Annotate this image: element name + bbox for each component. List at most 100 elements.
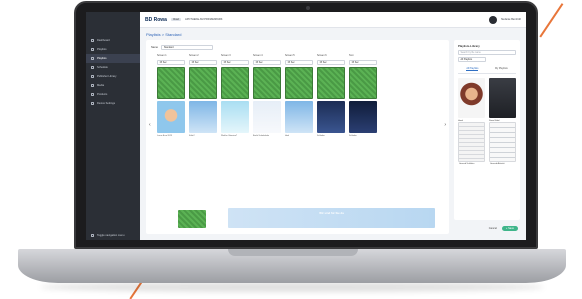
camera-icon (306, 6, 310, 10)
tab-all-playlists[interactable]: All Playlists (466, 67, 479, 71)
column-header: Text (349, 54, 354, 57)
library-grid: Hawk Rowa Mobil Gesund Schlafen Gesund A… (458, 77, 516, 165)
sidebar-item-playlists-active[interactable]: Playlists (86, 54, 140, 63)
slide-thumbnail[interactable] (285, 67, 313, 99)
sidebar-item-products[interactable]: Products (86, 90, 140, 99)
sidebar-item-playlists[interactable]: Playlists (86, 45, 140, 54)
library-search-input[interactable]: Search by file name (458, 50, 516, 55)
laptop-shadow (40, 282, 544, 292)
sidebar-item-device-settings[interactable]: Device Settings (86, 99, 140, 108)
duration-select[interactable]: 15 Sec (317, 60, 345, 65)
chevron-left-icon[interactable]: ‹ (149, 122, 151, 128)
name-label: Name (151, 45, 158, 49)
screen-column: Text 15 Sec Schlafen (349, 54, 377, 138)
library-card[interactable]: Gesund Schlafen (458, 121, 485, 165)
toggle-navigation-button[interactable]: Toggle navigation menu (86, 230, 140, 240)
duration-select[interactable]: 15 Sec (285, 60, 313, 65)
sidebar-item-publisher-library[interactable]: Publisher Library (86, 72, 140, 81)
sidebar-item-label: Playlists (97, 48, 107, 51)
cancel-button[interactable]: Cancel (489, 227, 497, 230)
screen-icon (91, 57, 94, 60)
laptop-lid: Dashboard Playlists Playlists Schedule P… (74, 1, 538, 249)
sidebar-item-schedule[interactable]: Schedule (86, 63, 140, 72)
playlist-name-input[interactable]: Standard (160, 44, 213, 50)
save-button[interactable]: + Save (501, 225, 518, 231)
laptop-base-notch (228, 249, 358, 256)
slide-caption: Kälte? (189, 135, 195, 137)
slide-thumbnail[interactable] (221, 101, 249, 133)
sidebar-item-dashboard[interactable]: Dashboard (86, 36, 140, 45)
media-icon (91, 84, 94, 87)
slide-thumbnail[interactable] (157, 67, 185, 99)
promo-banner: Wir sind für Sie da (228, 208, 435, 228)
topbar: BD Rowa Cloud APOTHEKE AM PRINZENPARK St… (140, 12, 526, 28)
dashboard-icon (91, 39, 94, 42)
sidebar-item-label: Device Settings (97, 102, 116, 105)
slide-thumbnail[interactable] (189, 101, 217, 133)
slide-thumbnail[interactable] (189, 67, 217, 99)
duration-select[interactable]: 15 Sec (189, 60, 217, 65)
environment-badge: Cloud (170, 17, 181, 22)
laptop-mockup: Dashboard Playlists Playlists Schedule P… (0, 0, 582, 299)
slide-caption: Schlafen (349, 135, 357, 137)
gear-icon (91, 102, 94, 105)
column-header: Screen 5 (285, 54, 295, 57)
screen-column: Screen 3 15 Sec Welche Vitamine? (221, 54, 249, 138)
workspace: Name Standard ‹ › Screen 1 15 Sec Luxus … (140, 40, 526, 240)
library-filter-select[interactable]: All Playlists (458, 57, 486, 62)
slide-caption: Welche Vitamine? (221, 135, 238, 137)
slide-caption: Luxus Erco 2023 (157, 135, 173, 137)
column-header: Screen 6 (317, 54, 327, 57)
slide-thumbnail[interactable] (221, 67, 249, 99)
decorative-line-top (539, 3, 563, 38)
library-title: Playlists-Library (458, 44, 480, 48)
chevron-right-icon[interactable]: › (444, 122, 446, 128)
column-header: Screen 1 (157, 54, 167, 57)
avatar[interactable] (488, 15, 497, 24)
slide-thumbnail[interactable] (285, 101, 313, 133)
duration-select[interactable]: 15 Sec (157, 60, 185, 65)
playlist-editor: Name Standard ‹ › Screen 1 15 Sec Luxus … (146, 40, 449, 234)
library-card[interactable]: Gesund Aktivität (489, 121, 516, 165)
slide-caption: Schlafen (317, 135, 325, 137)
duration-select[interactable]: 15 Sec (253, 60, 281, 65)
screen-column: Screen 6 15 Sec Schlafen (317, 54, 345, 138)
library-icon (91, 75, 94, 78)
library-tabs: All Playlists My Playlists (458, 67, 516, 74)
slide-thumbnail[interactable] (253, 101, 281, 133)
app-screen: Dashboard Playlists Playlists Schedule P… (86, 12, 526, 240)
library-card-label: Gesund Schlafen (459, 162, 475, 165)
slide-caption: Heal (285, 135, 290, 137)
tab-my-playlists[interactable]: My Playlists (495, 67, 508, 71)
banner-text: Wir sind für Sie da (319, 211, 344, 215)
duration-select[interactable]: 15 Sec (221, 60, 249, 65)
library-card[interactable]: Rowa Mobil (489, 77, 516, 122)
tag-icon (91, 93, 94, 96)
screen-column: Screen 4 15 Sec Bockt Schokolade (253, 54, 281, 138)
user-name[interactable]: Stefanie Bernhöft (501, 18, 521, 21)
slide-thumbnail[interactable] (178, 210, 206, 228)
sidebar-item-label: Media (97, 84, 105, 87)
screen-column: Screen 2 15 Sec Kälte? (189, 54, 217, 138)
organization-name[interactable]: APOTHEKE AM PRINZENPARK (185, 18, 223, 21)
screen-columns: Screen 1 15 Sec Luxus Erco 2023 Screen 2… (151, 54, 444, 138)
main-area: BD Rowa Cloud APOTHEKE AM PRINZENPARK St… (140, 12, 526, 240)
slide-thumbnail[interactable] (253, 67, 281, 99)
slide-thumbnail[interactable] (157, 101, 185, 133)
playlist-library: Playlists-Library Search by file name Al… (454, 40, 520, 220)
screen-column: Screen 5 15 Sec Heal (285, 54, 313, 138)
slide-thumbnail[interactable] (349, 67, 377, 99)
brand-logo[interactable]: BD Rowa (145, 17, 167, 23)
column-header: Screen 2 (189, 54, 199, 57)
library-column: Playlists-Library Search by file name Al… (454, 40, 520, 234)
slide-thumbnail[interactable] (317, 67, 345, 99)
slide-thumbnail[interactable] (317, 101, 345, 133)
duration-select[interactable]: 15 Sec (349, 60, 377, 65)
breadcrumb[interactable]: Playlists > Standard (140, 28, 526, 40)
slide-thumbnail[interactable] (349, 101, 377, 133)
library-card[interactable]: Hawk (458, 77, 485, 122)
sidebar-item-label: Schedule (97, 66, 108, 69)
sidebar-item-media[interactable]: Media (86, 81, 140, 90)
sidebar: Dashboard Playlists Playlists Schedule P… (86, 12, 140, 240)
library-card-label: Gesund Aktivität (490, 162, 505, 165)
